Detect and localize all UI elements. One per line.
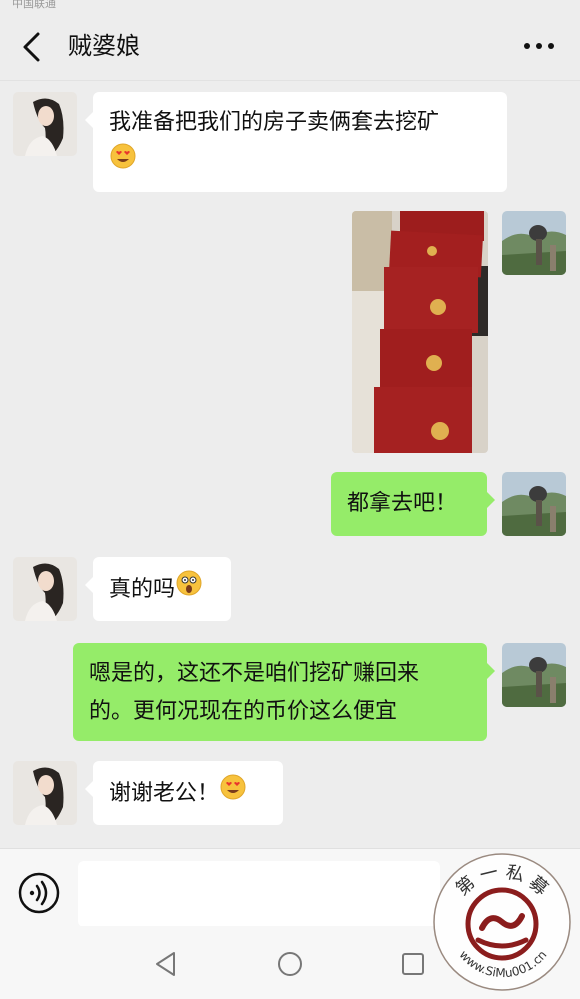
shocked-emoji-icon <box>175 569 203 611</box>
heart-eyes-emoji-icon <box>109 142 137 183</box>
message-text-line-1: 嗯是的，这还不是咱们挖矿赚回来 <box>89 661 420 686</box>
message-bubble[interactable]: 我准备把我们的房子卖俩套去挖矿 <box>85 92 507 192</box>
nav-home-button[interactable] <box>276 950 304 978</box>
chevron-left-icon <box>23 32 40 62</box>
square-recents-icon <box>402 953 424 975</box>
chat-header: 贼婆娘 <box>0 14 580 81</box>
my-avatar[interactable] <box>502 643 566 707</box>
more-options-button[interactable] <box>522 34 556 58</box>
property-certificates-photo <box>352 211 488 453</box>
photo-message[interactable] <box>352 211 488 453</box>
chat-title: 贼婆娘 <box>68 32 140 60</box>
message-list[interactable]: 我准备把我们的房子卖俩套去挖矿 都拿去吧！ 真的吗 嗯是的，这还不是咱们挖矿赚回… <box>0 80 580 848</box>
triangle-back-icon <box>156 952 175 976</box>
message-bubble[interactable]: 真的吗 <box>85 557 231 621</box>
nav-back-button[interactable] <box>152 950 180 978</box>
more-dots-icon <box>524 43 554 49</box>
status-bar: 中国联通 <box>0 0 580 14</box>
message-input[interactable] <box>78 861 440 927</box>
my-avatar[interactable] <box>502 211 566 275</box>
my-avatar[interactable] <box>502 472 566 536</box>
contact-avatar[interactable] <box>13 761 77 825</box>
message-text: 谢谢老公！ <box>109 781 220 806</box>
voice-icon <box>18 872 60 914</box>
voice-input-button[interactable] <box>17 871 61 915</box>
nav-recents-button[interactable] <box>399 950 427 978</box>
watermark-logo: 第 一 私 募 www.SiMu001.cn <box>430 850 575 995</box>
message-bubble[interactable]: 嗯是的，这还不是咱们挖矿赚回来 的。更何况现在的币价这么便宜 <box>73 643 495 741</box>
contact-avatar[interactable] <box>13 92 77 156</box>
carrier-label: 中国联通 <box>12 0 56 10</box>
message-bubble[interactable]: 都拿去吧！ <box>331 472 495 536</box>
contact-avatar[interactable] <box>13 557 77 621</box>
message-text: 都拿去吧！ <box>347 491 458 516</box>
back-button[interactable] <box>14 29 50 65</box>
message-bubble[interactable]: 谢谢老公！ <box>85 761 283 825</box>
circle-home-icon <box>278 952 302 976</box>
message-text-line-2: 的。更何况现在的币价这么便宜 <box>89 699 398 724</box>
message-text: 我准备把我们的房子卖俩套去挖矿 <box>109 110 440 135</box>
message-text: 真的吗 <box>109 577 176 602</box>
heart-eyes-emoji-icon <box>219 773 247 815</box>
